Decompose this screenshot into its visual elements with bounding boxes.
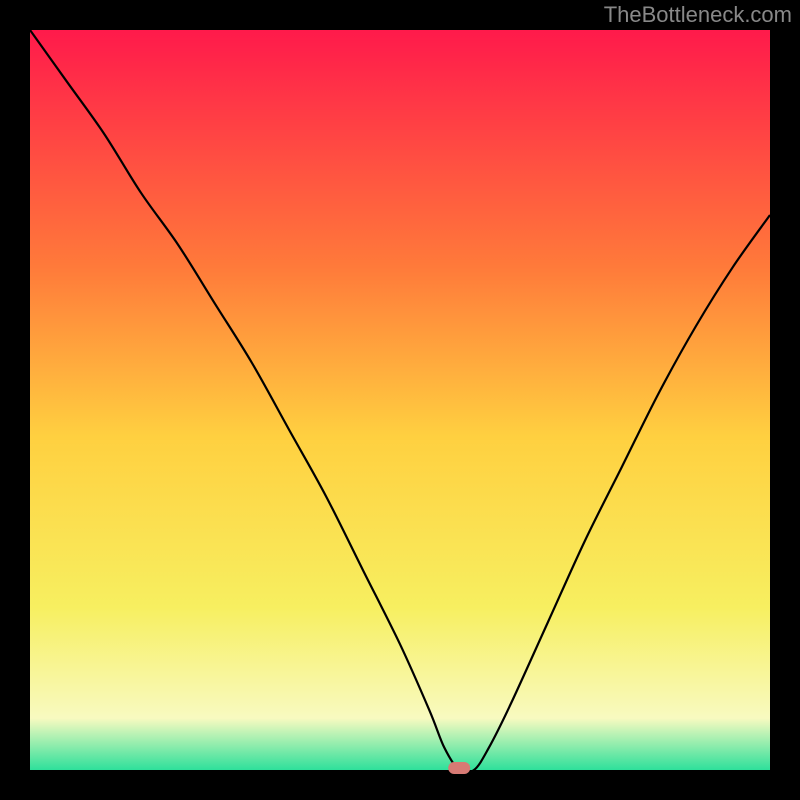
plot-background (30, 30, 770, 770)
watermark-text: TheBottleneck.com (604, 2, 792, 28)
bottleneck-chart-frame: TheBottleneck.com (0, 0, 800, 800)
minimum-marker (448, 762, 470, 774)
chart-svg (0, 0, 800, 800)
